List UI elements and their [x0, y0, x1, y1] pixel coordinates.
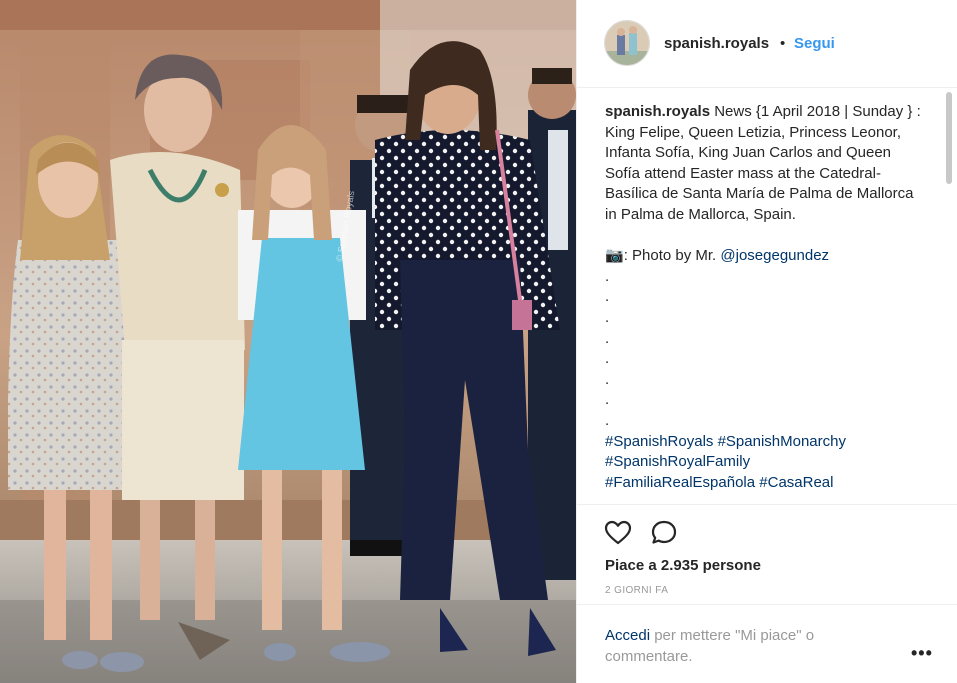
caption-dot: . [605, 308, 610, 326]
caption-text: News {1 April 2018 | Sunday } : King Fel… [605, 103, 921, 223]
post-side-panel: spanish.royals • Segui spanish.royals Ne… [576, 0, 957, 683]
hashtag-link[interactable]: #SpanishMonarchy [718, 433, 846, 450]
caption-dot: . [605, 370, 610, 388]
post-timestamp[interactable]: 2 GIORNI FA [605, 585, 668, 596]
comment-bubble-icon[interactable] [649, 518, 679, 548]
caption-dot: . [605, 288, 610, 306]
caption-dot: . [605, 329, 610, 347]
photo-credit: 📷: Photo by Mr. @josegegundez [605, 246, 923, 267]
camera-icon: 📷 [605, 247, 624, 265]
likes-count[interactable]: Piace a 2.935 persone [605, 557, 761, 574]
caption-dot: . [605, 411, 610, 429]
hashtag-link[interactable]: #SpanishRoyals [605, 433, 713, 450]
photo-credit-mention[interactable]: @josegegundez [720, 247, 829, 264]
caption-username[interactable]: spanish.royals [605, 103, 710, 120]
header-separator: • [780, 35, 786, 52]
avatar-image [605, 21, 649, 65]
photo-illustration: © Spanish Royals [0, 0, 576, 683]
instagram-post: © Spanish Royals spanish.royals • Segui [0, 0, 957, 683]
hashtag-line: #SpanishRoyals #SpanishMonarchy [605, 432, 923, 453]
avatar[interactable] [604, 20, 650, 66]
caption-body: spanish.royals News {1 April 2018 | Sund… [605, 102, 923, 226]
hashtag-link[interactable]: #CasaReal [759, 474, 833, 491]
caption-dot: . [605, 267, 610, 285]
caption-dot: . [605, 350, 610, 368]
post-actions: Piace a 2.935 persone 2 GIORNI FA [577, 504, 957, 604]
header-username[interactable]: spanish.royals [664, 35, 769, 52]
post-photo[interactable]: © Spanish Royals [0, 0, 576, 683]
heart-icon[interactable] [603, 518, 633, 548]
login-prompt: Accedi per mettere "Mi piace" o commenta… [605, 625, 895, 667]
caption-scroll-area[interactable]: spanish.royals News {1 April 2018 | Sund… [577, 88, 957, 504]
caption: spanish.royals News {1 April 2018 | Sund… [605, 102, 923, 493]
caption-scrollbar[interactable] [946, 92, 952, 184]
follow-button[interactable]: Segui [794, 35, 835, 52]
hashtag-link[interactable]: #SpanishRoyalFamily [605, 453, 750, 470]
hashtag-link[interactable]: #FamiliaRealEspañola [605, 474, 755, 491]
more-options-icon[interactable]: ••• [911, 643, 933, 664]
photo-credit-text: : Photo by Mr. [623, 247, 721, 265]
post-header: spanish.royals • Segui [577, 0, 957, 88]
hashtag-line: #FamiliaRealEspañola #CasaReal [605, 473, 923, 494]
login-prompt-bar: Accedi per mettere "Mi piace" o commenta… [577, 604, 957, 683]
caption-dot: . [605, 391, 610, 409]
hashtag-line: #SpanishRoyalFamily [605, 452, 923, 473]
login-link[interactable]: Accedi [605, 627, 650, 644]
